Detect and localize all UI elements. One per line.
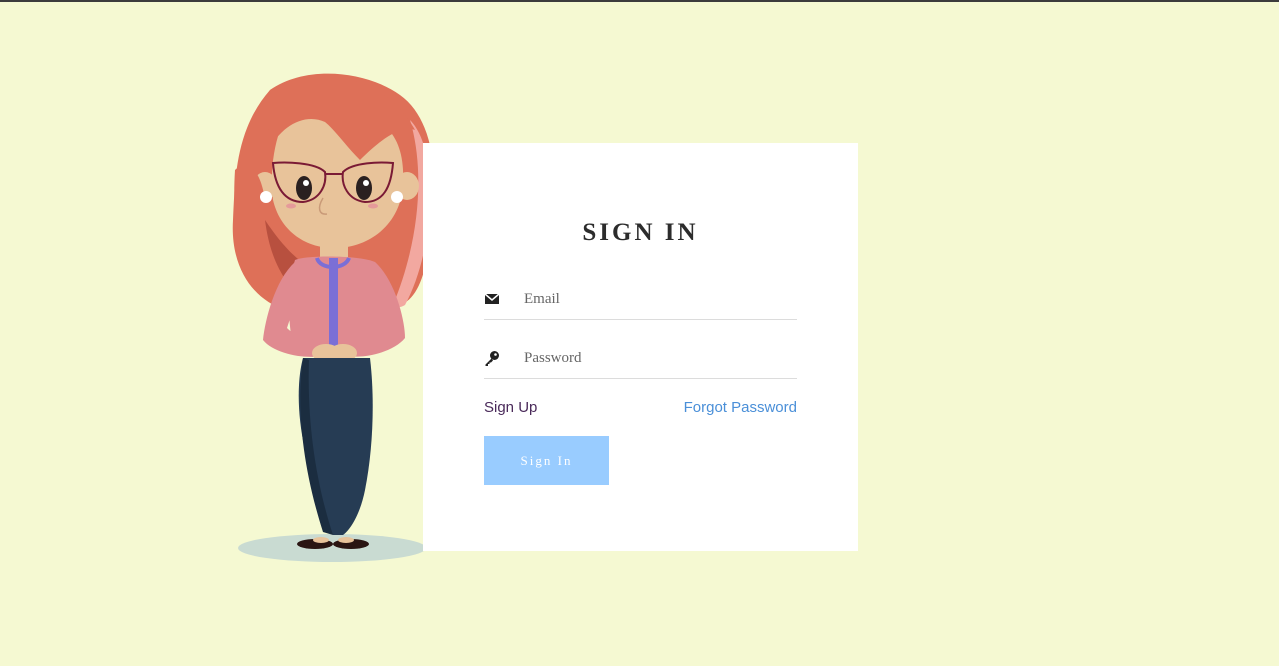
- forgot-password-link[interactable]: Forgot Password: [684, 399, 797, 416]
- password-input[interactable]: [524, 344, 794, 372]
- envelope-icon: [484, 291, 500, 307]
- password-field: [484, 338, 797, 379]
- form-links: Sign Up Forgot Password: [484, 399, 797, 419]
- email-input[interactable]: [524, 285, 794, 313]
- signin-button[interactable]: Sign In: [484, 436, 609, 485]
- email-field: [484, 279, 797, 320]
- signup-link[interactable]: Sign Up: [484, 399, 537, 416]
- key-icon: [484, 350, 500, 366]
- login-page: SIGN IN Sign Up Forgot Pass: [0, 0, 1279, 666]
- woman-character-illustration: [232, 73, 435, 562]
- signin-card: SIGN IN Sign Up Forgot Pass: [423, 143, 858, 551]
- signin-title: SIGN IN: [582, 219, 699, 246]
